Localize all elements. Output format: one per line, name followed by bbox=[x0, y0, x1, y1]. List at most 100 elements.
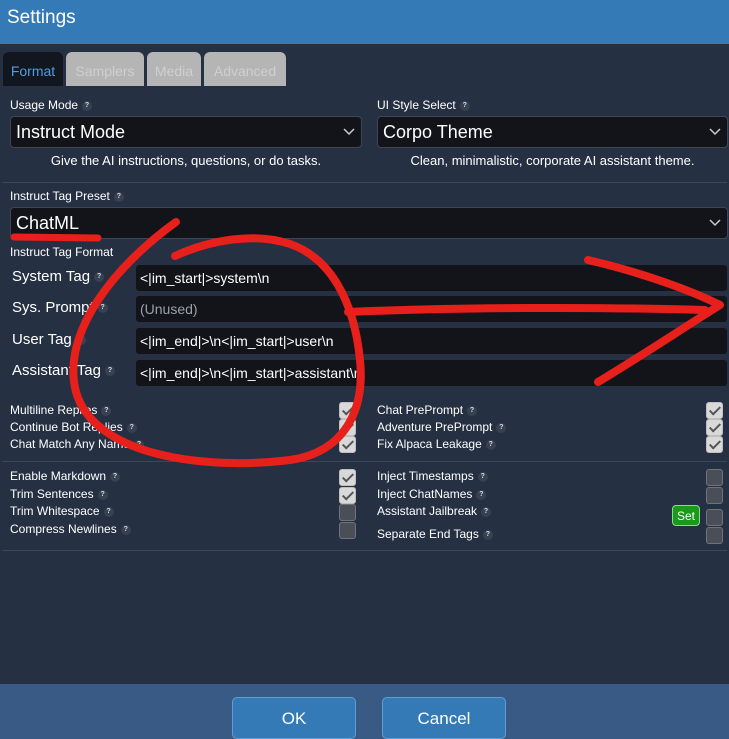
divider bbox=[2, 461, 727, 462]
dialog-footer bbox=[0, 684, 729, 739]
chevron-down-icon bbox=[343, 128, 355, 136]
usage-mode-select[interactable]: Instruct Mode bbox=[10, 116, 362, 148]
help-icon[interactable]: ? bbox=[467, 405, 478, 416]
jailbreak-set-button[interactable]: Set bbox=[672, 505, 700, 526]
option-label-text: Continue Bot Replies bbox=[10, 420, 123, 434]
help-icon[interactable]: ? bbox=[459, 100, 470, 111]
option-label-text: Adventure PrePrompt bbox=[377, 420, 493, 434]
ui-style-value: Corpo Theme bbox=[383, 122, 493, 142]
option-label: Enable Markdown? bbox=[10, 469, 121, 483]
instruct-preset-value: ChatML bbox=[16, 213, 80, 233]
option-label-text: Fix Alpaca Leakage bbox=[377, 437, 482, 451]
help-icon[interactable]: ? bbox=[75, 335, 86, 346]
fix-alpaca-leakage-checkbox[interactable] bbox=[706, 436, 723, 453]
help-icon[interactable]: ? bbox=[104, 366, 115, 377]
usage-mode-description: Give the AI instructions, questions, or … bbox=[50, 153, 322, 168]
usage-mode-label: Usage Mode? bbox=[10, 98, 93, 112]
option-label-text: Multiline Replies bbox=[10, 403, 98, 417]
option-label: Chat Match Any Name? bbox=[10, 437, 145, 451]
multiline-replies-checkbox[interactable] bbox=[339, 402, 356, 419]
option-label: Inject Timestamps? bbox=[377, 469, 488, 483]
assistant-tag-input[interactable]: <|im_end|>\n<|im_start|>assistant\n bbox=[136, 360, 727, 386]
option-label-text: Chat PrePrompt bbox=[377, 403, 464, 417]
tab-samplers[interactable]: Samplers bbox=[66, 52, 144, 86]
system-tag-input[interactable]: <|im_start|>system\n bbox=[136, 265, 727, 291]
ok-button[interactable]: OK bbox=[232, 697, 356, 739]
title-bar: Settings bbox=[0, 0, 729, 44]
help-icon[interactable]: ? bbox=[476, 489, 487, 500]
ui-style-select[interactable]: Corpo Theme bbox=[377, 116, 728, 148]
chevron-down-icon bbox=[709, 219, 721, 227]
help-icon[interactable]: ? bbox=[126, 422, 137, 433]
tab-advanced[interactable]: Advanced bbox=[204, 52, 286, 86]
option-label: Continue Bot Replies? bbox=[10, 420, 137, 434]
option-label: Inject ChatNames? bbox=[377, 487, 487, 501]
instruct-preset-select[interactable]: ChatML bbox=[10, 207, 728, 239]
help-icon[interactable]: ? bbox=[134, 439, 145, 450]
option-label: Fix Alpaca Leakage? bbox=[377, 437, 496, 451]
tab-format[interactable]: Format bbox=[3, 52, 63, 86]
continue-bot-replies-checkbox[interactable] bbox=[339, 419, 356, 436]
option-label-text: Inject ChatNames bbox=[377, 487, 473, 501]
ui-style-label-text: UI Style Select bbox=[377, 98, 456, 112]
usage-mode-value: Instruct Mode bbox=[16, 122, 126, 142]
tab-bar: Format Samplers Media Advanced bbox=[0, 44, 729, 86]
option-label-text: Separate End Tags bbox=[377, 527, 479, 541]
tab-media[interactable]: Media bbox=[147, 52, 201, 86]
user-tag-label: User Tag? bbox=[12, 331, 86, 348]
help-icon[interactable]: ? bbox=[97, 489, 108, 500]
cancel-button[interactable]: Cancel bbox=[382, 697, 506, 739]
option-label: Trim Whitespace? bbox=[10, 504, 114, 518]
divider bbox=[2, 182, 727, 183]
trim-sentences-checkbox[interactable] bbox=[339, 487, 356, 504]
option-label-text: Trim Whitespace bbox=[10, 504, 100, 518]
help-icon[interactable]: ? bbox=[477, 471, 488, 482]
help-icon[interactable]: ? bbox=[496, 422, 507, 433]
help-icon[interactable]: ? bbox=[110, 471, 121, 482]
compress-newlines-checkbox[interactable] bbox=[339, 522, 356, 539]
divider bbox=[2, 550, 727, 551]
option-label: Separate End Tags? bbox=[377, 527, 493, 541]
system-tag-label: System Tag? bbox=[12, 268, 105, 285]
user-tag-input[interactable]: <|im_end|>\n<|im_start|>user\n bbox=[136, 328, 727, 354]
help-icon[interactable]: ? bbox=[101, 405, 112, 416]
option-label-text: Inject Timestamps bbox=[377, 469, 474, 483]
help-icon[interactable]: ? bbox=[103, 506, 114, 517]
chat-match-any-name-checkbox[interactable] bbox=[339, 436, 356, 453]
usage-mode-label-text: Usage Mode bbox=[10, 98, 79, 112]
option-label: Chat PrePrompt? bbox=[377, 403, 478, 417]
assistant-tag-label: Assistant Tag? bbox=[12, 362, 115, 379]
enable-markdown-checkbox[interactable] bbox=[339, 469, 356, 486]
separate-end-tags-checkbox[interactable] bbox=[706, 527, 723, 544]
option-label: Multiline Replies? bbox=[10, 403, 112, 417]
help-icon[interactable]: ? bbox=[482, 529, 493, 540]
chat-preprompt-checkbox[interactable] bbox=[706, 402, 723, 419]
system-tag-label-text: System Tag bbox=[12, 268, 91, 285]
window-title: Settings bbox=[7, 7, 76, 28]
inject-chatnames-checkbox[interactable] bbox=[706, 487, 723, 504]
help-icon[interactable]: ? bbox=[97, 303, 108, 314]
trim-whitespace-checkbox[interactable] bbox=[339, 504, 356, 521]
help-icon[interactable]: ? bbox=[113, 191, 124, 202]
ui-style-label: UI Style Select? bbox=[377, 98, 470, 112]
option-label: Trim Sentences? bbox=[10, 487, 108, 501]
help-icon[interactable]: ? bbox=[485, 439, 496, 450]
option-label: Assistant Jailbreak? bbox=[377, 504, 492, 518]
instruct-format-label: Instruct Tag Format bbox=[10, 245, 114, 259]
adventure-preprompt-checkbox[interactable] bbox=[706, 419, 723, 436]
help-icon[interactable]: ? bbox=[82, 100, 93, 111]
help-icon[interactable]: ? bbox=[120, 524, 131, 535]
sys-prompt-label-text: Sys. Prompt bbox=[12, 299, 94, 316]
option-label-text: Assistant Jailbreak bbox=[377, 504, 478, 518]
ui-style-description: Clean, minimalistic, corporate AI assist… bbox=[410, 153, 695, 168]
chevron-down-icon bbox=[709, 128, 721, 136]
option-label-text: Compress Newlines bbox=[10, 522, 117, 536]
assistant-jailbreak-checkbox[interactable] bbox=[706, 509, 723, 526]
instruct-preset-label: Instruct Tag Preset? bbox=[10, 189, 124, 203]
inject-timestamps-checkbox[interactable] bbox=[706, 469, 723, 486]
help-icon[interactable]: ? bbox=[481, 506, 492, 517]
option-label-text: Trim Sentences bbox=[10, 487, 94, 501]
assistant-tag-label-text: Assistant Tag bbox=[12, 362, 101, 379]
help-icon[interactable]: ? bbox=[94, 272, 105, 283]
sys-prompt-input[interactable]: (Unused) bbox=[136, 296, 727, 322]
